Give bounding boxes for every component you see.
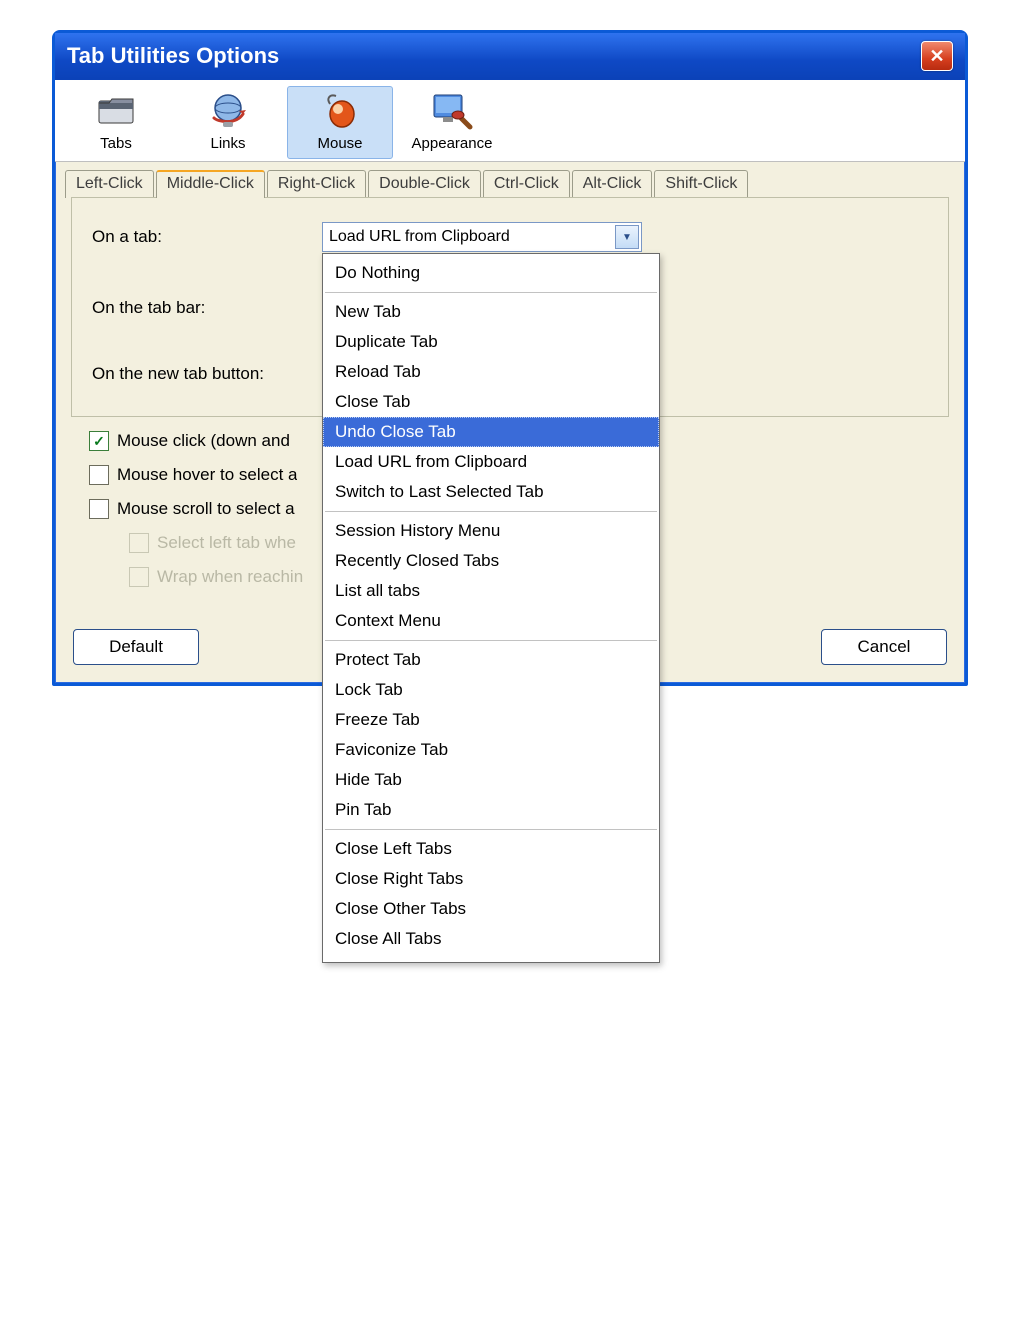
dropdown-item[interactable]: Recently Closed Tabs [323,546,659,576]
globe-icon [206,91,250,131]
check-label: Mouse scroll to select a [117,499,295,519]
checkbox-icon [129,533,149,553]
mouse-icon [318,91,362,131]
category-label: Tabs [100,135,132,152]
options-dialog: Tab Utilities Options ✕ Tabs [52,30,968,686]
titlebar: Tab Utilities Options ✕ [55,33,965,80]
tab-double-click[interactable]: Double-Click [368,170,481,198]
dropdown-item[interactable]: Close Other Tabs [323,894,659,924]
dropdown-separator [325,511,657,512]
dropdown-item[interactable]: Freeze Tab [323,705,659,735]
dropdown-item[interactable]: Faviconize Tab [323,735,659,765]
tab-ctrl-click[interactable]: Ctrl-Click [483,170,570,198]
pane-wrap: On a tab: Load URL from Clipboard ▼ Do N… [55,197,965,623]
dropdown-item[interactable]: Close Left Tabs [323,834,659,864]
combobox-value: Load URL from Clipboard [329,228,613,246]
category-label: Mouse [317,135,362,152]
category-mouse[interactable]: Mouse [287,86,393,159]
dropdown-item[interactable]: Lock Tab [323,675,659,705]
folder-icon [94,91,138,131]
check-label: Wrap when reachin [157,567,303,587]
dropdown-item[interactable]: Protect Tab [323,645,659,675]
appearance-icon [430,91,474,131]
dropdown-item[interactable]: Hide Tab [323,765,659,795]
on-a-tab-label: On a tab: [92,227,322,247]
cancel-button[interactable]: Cancel [821,629,947,665]
default-button[interactable]: Default [73,629,199,665]
chevron-down-icon: ▼ [615,225,639,249]
on-a-tab-combobox[interactable]: Load URL from Clipboard ▼ Do NothingNew … [322,222,642,252]
dropdown-item[interactable]: Undo Close Tab [323,417,659,447]
dropdown-item[interactable]: Close All Tabs [323,924,659,954]
tab-right-click[interactable]: Right-Click [267,170,366,198]
tab-middle-click[interactable]: Middle-Click [156,170,265,198]
category-toolbar: Tabs Links [55,80,965,162]
close-button[interactable]: ✕ [921,41,953,71]
dropdown-item[interactable]: Switch to Last Selected Tab [323,477,659,507]
checkbox-icon [89,465,109,485]
dropdown-item[interactable]: Load URL from Clipboard [323,447,659,477]
dropdown-item[interactable]: Close Right Tabs [323,864,659,894]
category-links[interactable]: Links [175,86,281,159]
check-label: Mouse click (down and [117,431,290,451]
dropdown-item[interactable]: Reload Tab [323,357,659,387]
category-label: Appearance [412,135,493,152]
checkbox-icon [129,567,149,587]
dropdown-item[interactable]: New Tab [323,297,659,327]
on-tab-bar-label: On the tab bar: [92,298,322,318]
middle-click-pane: On a tab: Load URL from Clipboard ▼ Do N… [71,197,949,417]
dropdown-separator [325,829,657,830]
dropdown-item[interactable]: Close Tab [323,387,659,417]
tab-alt-click[interactable]: Alt-Click [572,170,653,198]
window-title: Tab Utilities Options [67,43,921,69]
check-label: Mouse hover to select a [117,465,297,485]
dropdown-item[interactable]: Pin Tab [323,795,659,825]
dropdown-item[interactable]: List all tabs [323,576,659,606]
check-label: Select left tab whe [157,533,296,553]
on-a-tab-dropdown: Do Nothing New TabDuplicate TabReload Tab… [322,253,660,963]
category-appearance[interactable]: Appearance [399,86,505,159]
category-label: Links [210,135,245,152]
tab-shift-click[interactable]: Shift-Click [654,170,748,198]
dropdown-item[interactable]: Context Menu [323,606,659,636]
dropdown-separator [325,640,657,641]
dropdown-item[interactable]: Session History Menu [323,516,659,546]
tab-left-click[interactable]: Left-Click [65,170,154,198]
dropdown-item[interactable]: Duplicate Tab [323,327,659,357]
checkbox-icon [89,499,109,519]
dropdown-separator [325,292,657,293]
category-tabs[interactable]: Tabs [63,86,169,159]
on-new-tab-button-label: On the new tab button: [92,364,264,384]
row-on-a-tab: On a tab: Load URL from Clipboard ▼ Do N… [92,222,928,252]
click-type-tabs: Left-Click Middle-Click Right-Click Doub… [55,162,965,198]
close-icon: ✕ [929,46,944,67]
checkbox-icon: ✓ [89,431,109,451]
dropdown-item[interactable]: Do Nothing [323,258,659,288]
